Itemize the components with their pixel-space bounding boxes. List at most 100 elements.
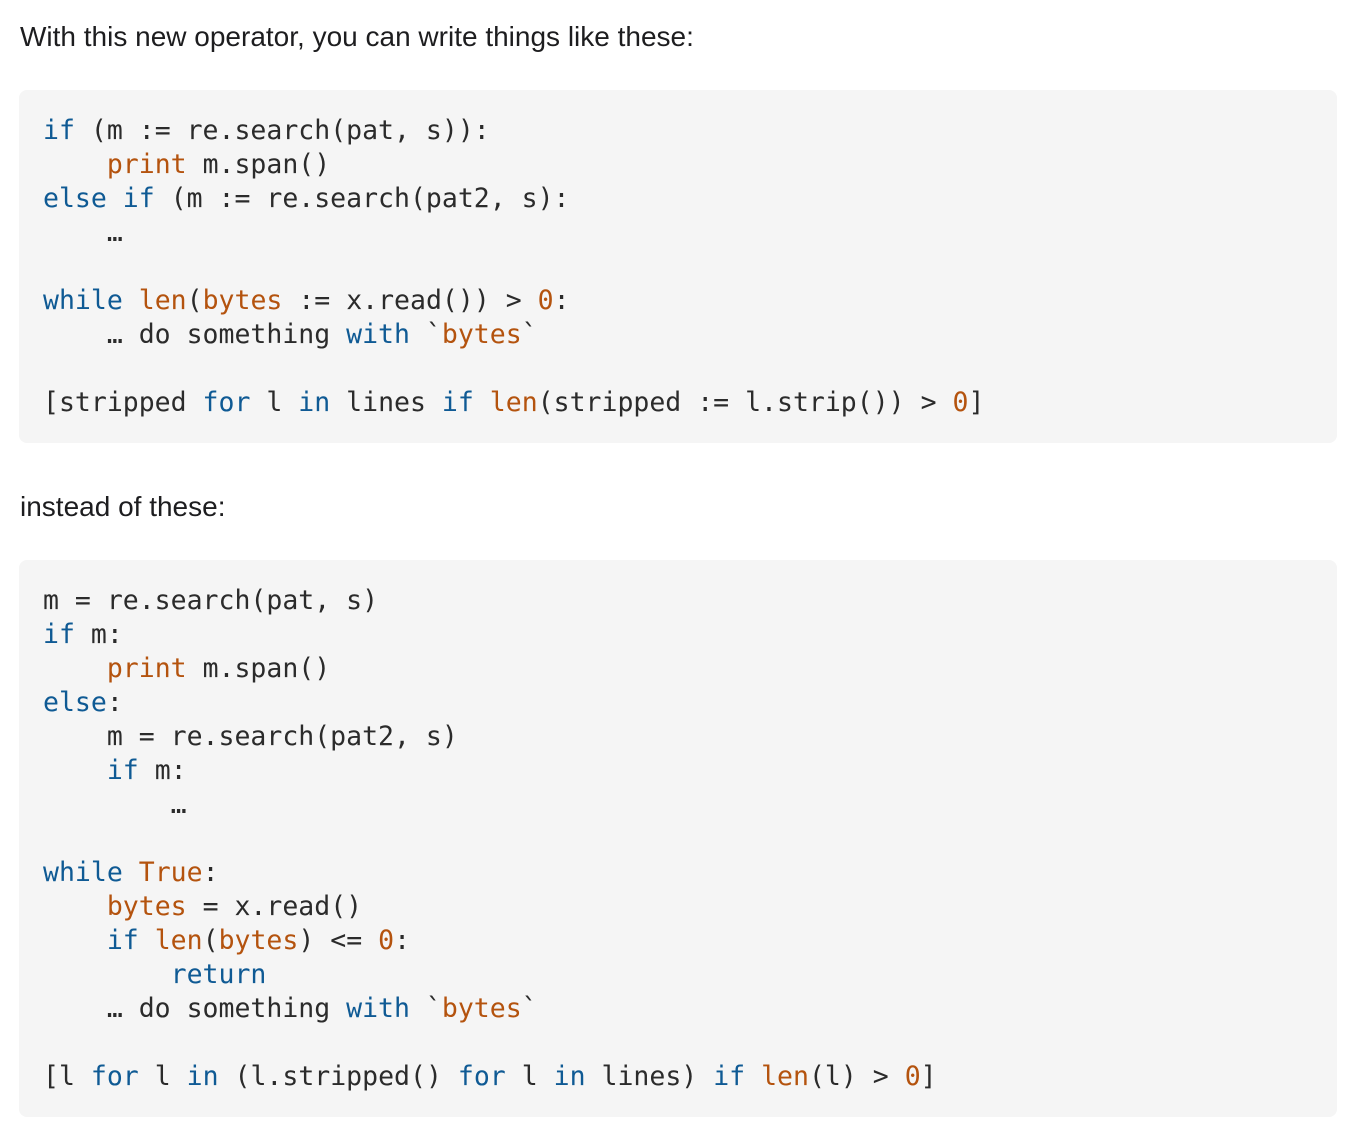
code-text: … <box>43 789 187 820</box>
code-text: : <box>106 687 123 718</box>
code-text: (l) > <box>808 1061 905 1092</box>
code-line: while len(bytes := x.read()) > 0: <box>43 284 1313 318</box>
code-builtin: 0 <box>952 387 969 418</box>
code-block-new-operator: if (m := re.search(pat, s)): print m.spa… <box>19 90 1337 443</box>
code-text: ` <box>409 993 442 1024</box>
code-builtin: 0 <box>537 285 554 316</box>
code-line: return <box>43 958 1313 992</box>
code-text: m.span() <box>186 149 331 180</box>
code-builtin: bytes <box>441 319 522 350</box>
code-text: lines <box>330 387 442 418</box>
code-line: bytes = x.read() <box>43 890 1313 924</box>
code-keyword: with <box>346 319 410 350</box>
code-builtin: len <box>138 285 187 316</box>
code-keyword: if <box>106 925 139 956</box>
code-builtin: bytes <box>441 993 522 1024</box>
code-text: ` <box>521 319 538 350</box>
code-text: l <box>505 1061 554 1092</box>
code-text: = x.read() <box>186 891 363 922</box>
code-text: … do something <box>43 993 347 1024</box>
code-text: (l.stripped() <box>218 1061 458 1092</box>
code-builtin: 0 <box>904 1061 921 1092</box>
code-keyword: for <box>90 1061 139 1092</box>
code-text: ` <box>521 993 538 1024</box>
code-keyword: for <box>457 1061 506 1092</box>
code-keyword: if <box>43 115 75 146</box>
code-line: else: <box>43 686 1313 720</box>
code-text: (m := re.search(pat, s)): <box>74 115 490 146</box>
code-text: := x.read()) > <box>282 285 538 316</box>
code-text: [stripped <box>43 387 203 418</box>
code-keyword: while <box>43 285 123 316</box>
code-builtin: bytes <box>218 925 299 956</box>
code-text: l <box>250 387 299 418</box>
code-text: m = re.search(pat, s) <box>43 585 379 616</box>
code-text: : <box>202 857 219 888</box>
code-text: m.span() <box>186 653 331 684</box>
code-keyword: for <box>202 387 251 418</box>
code-line: … do something with `bytes` <box>43 318 1313 352</box>
code-line: if m: <box>43 754 1313 788</box>
code-line: … <box>43 788 1313 822</box>
code-keyword: while <box>43 857 123 888</box>
code-text: lines) <box>585 1061 714 1092</box>
code-line: [l for l in (l.stripped() for l in lines… <box>43 1060 1313 1094</box>
code-builtin: print <box>106 149 187 180</box>
code-block-old-style: m = re.search(pat, s) if m: print m.span(… <box>19 560 1337 1117</box>
code-keyword: else if <box>43 183 155 214</box>
code-line: if len(bytes) <= 0: <box>43 924 1313 958</box>
code-text: ` <box>409 319 442 350</box>
code-line: m = re.search(pat2, s) <box>43 720 1313 754</box>
code-builtin: 0 <box>378 925 395 956</box>
code-builtin: bytes <box>106 891 187 922</box>
code-text: : <box>553 285 570 316</box>
code-text: … do something <box>43 319 347 350</box>
code-line: if m: <box>43 618 1313 652</box>
code-text: m: <box>138 755 187 786</box>
code-text: m: <box>74 619 123 650</box>
code-builtin: len <box>154 925 203 956</box>
code-text: ] <box>968 387 985 418</box>
code-text: ] <box>920 1061 937 1092</box>
code-keyword: if <box>43 619 75 650</box>
code-text: (m := re.search(pat2, s): <box>154 183 570 214</box>
code-line: else if (m := re.search(pat2, s): <box>43 182 1313 216</box>
code-text: (stripped := l.strip()) > <box>537 387 953 418</box>
code-keyword: in <box>298 387 331 418</box>
code-builtin: len <box>489 387 538 418</box>
code-text: ) <= <box>298 925 379 956</box>
code-keyword: if <box>106 755 139 786</box>
code-keyword: if <box>441 387 474 418</box>
code-text: m = re.search(pat2, s) <box>43 721 458 752</box>
code-keyword: with <box>346 993 410 1024</box>
code-builtin: print <box>106 653 187 684</box>
code-keyword: if <box>713 1061 746 1092</box>
code-keyword: else <box>43 687 107 718</box>
instead-text: instead of these: <box>20 491 226 522</box>
code-line: … do something with `bytes` <box>43 992 1313 1026</box>
code-builtin: len <box>761 1061 809 1092</box>
code-line: while True: <box>43 856 1313 890</box>
code-text: l <box>138 1061 187 1092</box>
code-keyword: in <box>186 1061 219 1092</box>
code-text: ( <box>202 925 219 956</box>
code-text: … <box>43 217 123 248</box>
code-line: print m.span() <box>43 652 1313 686</box>
code-text: ( <box>186 285 203 316</box>
intro-text: With this new operator, you can write th… <box>20 21 694 52</box>
code-keyword: return <box>170 959 267 990</box>
